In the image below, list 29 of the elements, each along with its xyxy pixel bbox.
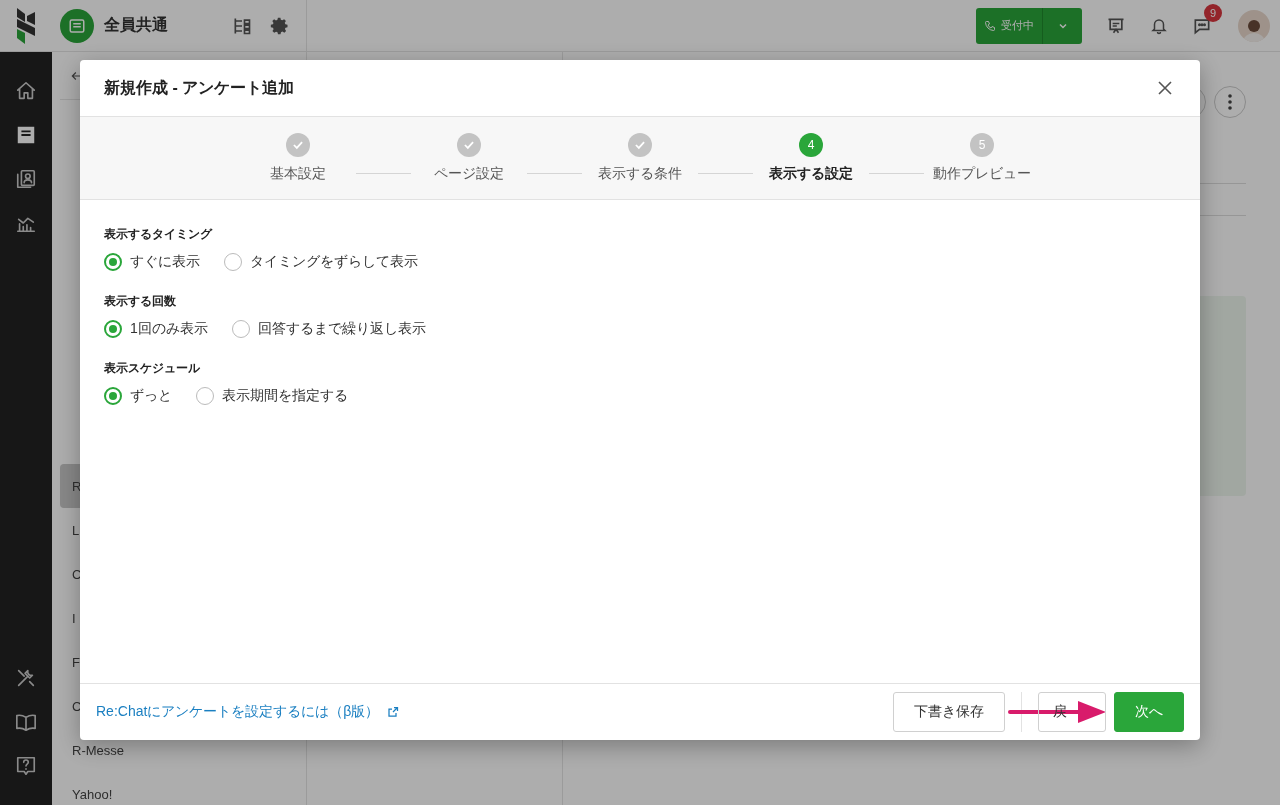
more-button[interactable] [1214, 86, 1246, 118]
step-label: 基本設定 [270, 165, 326, 183]
step-label: 表示する設定 [769, 165, 853, 183]
dialog-title: 新規作成 - アンケート追加 [104, 77, 296, 98]
radio-option[interactable]: 1回のみ表示 [104, 320, 208, 338]
step-label: 動作プレビュー [933, 165, 1031, 183]
avatar[interactable] [1238, 9, 1270, 42]
radio-option[interactable]: 回答するまで繰り返し表示 [231, 320, 426, 338]
more-icon [1228, 94, 1232, 110]
section-label: 表示するタイミング [104, 226, 214, 243]
section-label: 表示スケジュール [104, 360, 201, 377]
notification-badge: 9 [1204, 3, 1222, 22]
radio-option[interactable]: 表示期間を指定する [196, 387, 348, 405]
help-link[interactable]: Re:Chatにアンケートを設定するには（β版） [96, 703, 877, 721]
section-label: 表示する回数 [104, 293, 177, 310]
step-number: 5 [970, 133, 994, 157]
external-link-icon [387, 706, 400, 718]
radio-option[interactable]: すぐに表示 [104, 253, 200, 271]
dropdown-button[interactable] [1042, 7, 1082, 44]
phone-icon [984, 19, 996, 32]
inbox-icon[interactable] [15, 124, 37, 146]
radio-option[interactable]: ずっと [104, 387, 172, 405]
save-draft-button[interactable]: 下書き保存 [893, 692, 1005, 732]
radio-option[interactable]: タイミングをずらして表示 [224, 253, 418, 271]
logo-icon [15, 7, 37, 44]
workspace-name: 全員共通 [104, 15, 169, 35]
step-number: 4 [799, 133, 823, 157]
step-label: ページ設定 [434, 165, 504, 183]
step-label: 表示する条件 [598, 165, 682, 183]
